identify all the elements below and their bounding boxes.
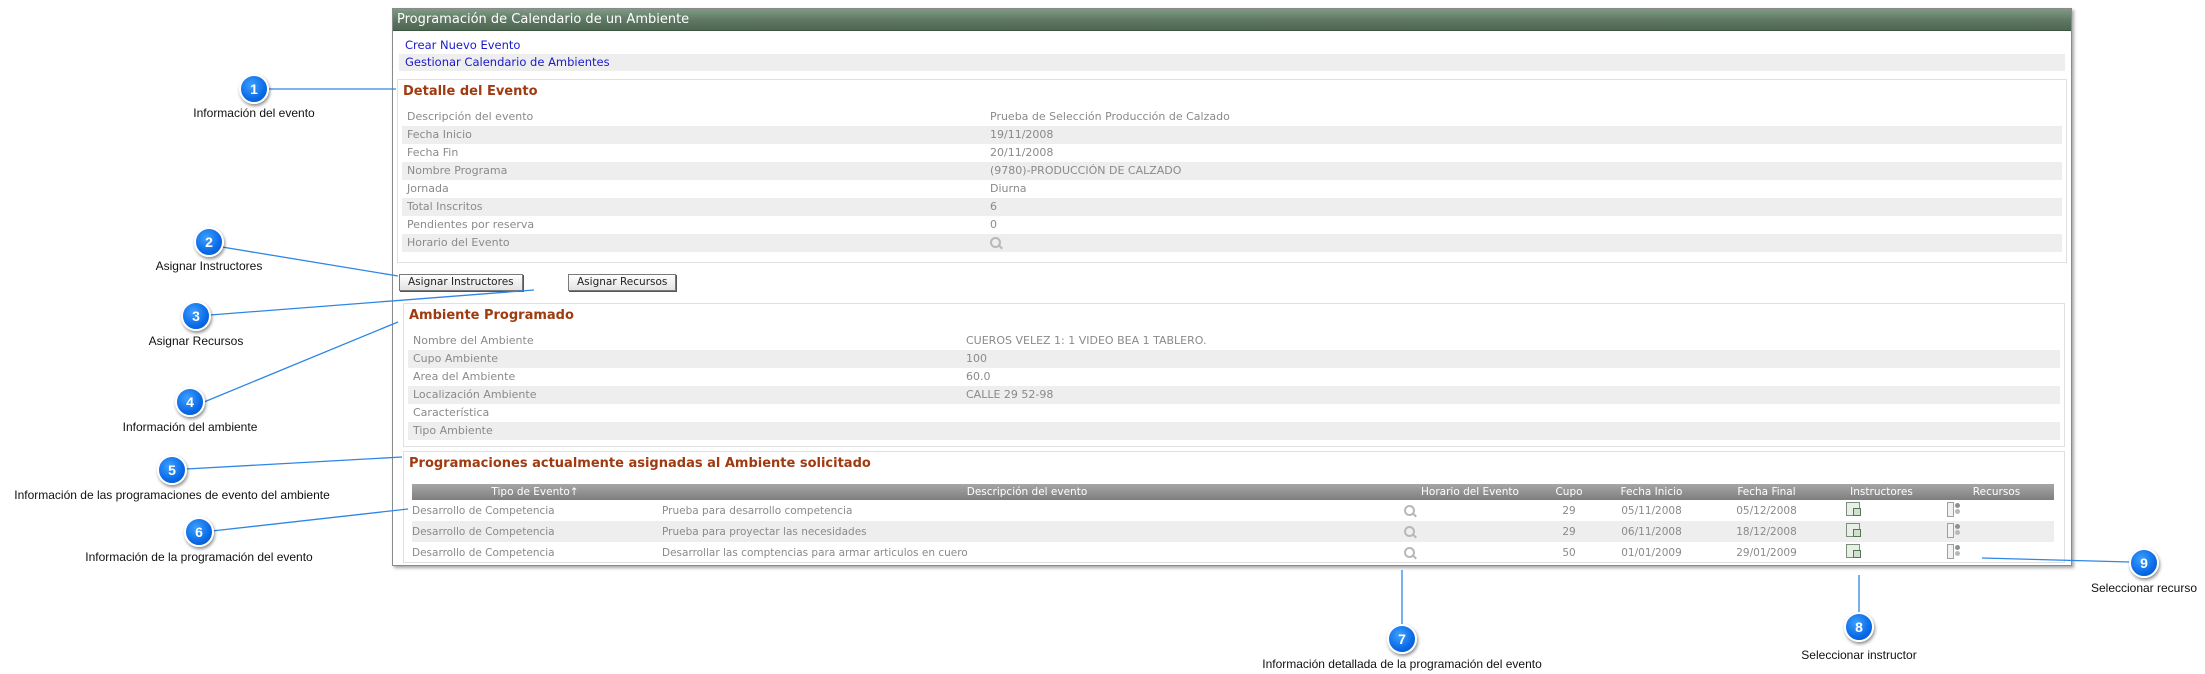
connector-4 xyxy=(203,321,399,403)
connector-5 xyxy=(185,456,403,470)
connector-2 xyxy=(221,246,399,277)
connector-6 xyxy=(211,508,409,532)
connector-3 xyxy=(209,289,535,316)
callout-connectors xyxy=(185,88,2131,625)
connector-9 xyxy=(1981,557,2131,563)
